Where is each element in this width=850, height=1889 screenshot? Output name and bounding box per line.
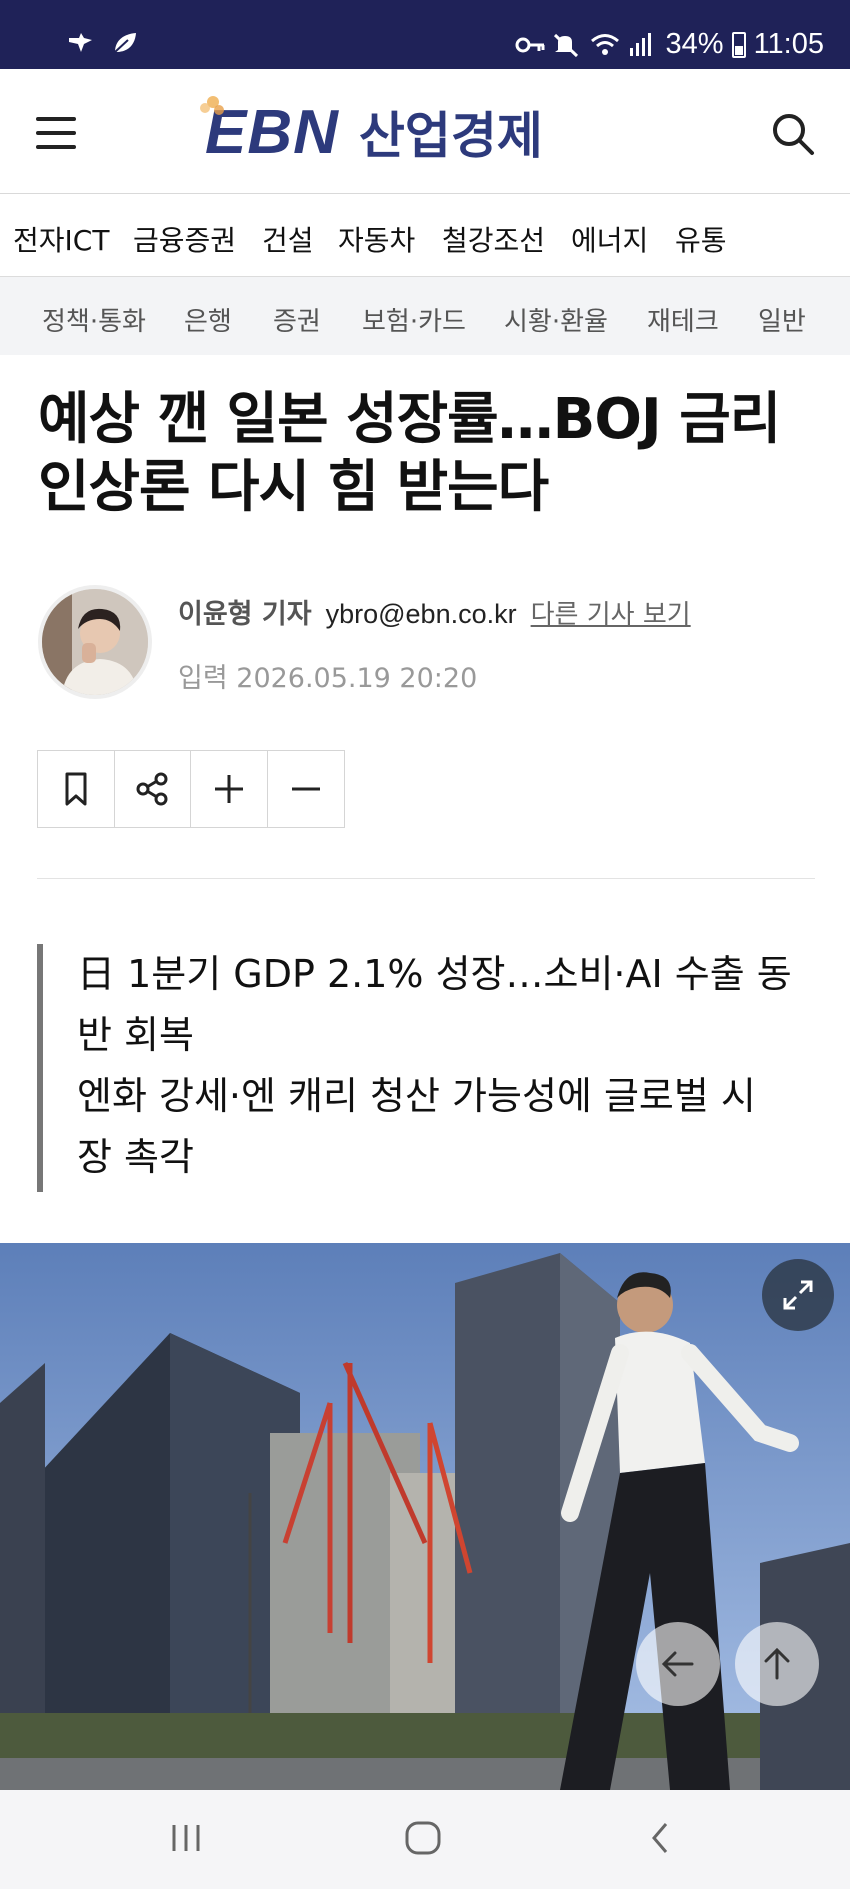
article-headline: 예상 깬 일본 성장률…BOJ 금리 인상론 다시 힘 받는다 — [38, 386, 818, 522]
article-toolbar — [37, 750, 345, 828]
subcategory-item[interactable]: 보험·카드 — [362, 301, 466, 338]
hamburger-menu-icon[interactable] — [36, 117, 76, 149]
logo-flower-icon — [200, 96, 224, 115]
category-item[interactable]: 철강조선 — [442, 219, 545, 259]
mute-icon — [552, 32, 582, 58]
headline-line: 인상론 다시 힘 받는다 — [38, 455, 549, 520]
divider — [37, 878, 815, 879]
app-notification-icon — [66, 30, 96, 56]
search-icon[interactable] — [770, 111, 816, 157]
share-button[interactable] — [115, 751, 191, 827]
category-item[interactable]: 자동차 — [338, 219, 415, 259]
subcategory-item[interactable]: 재테크 — [647, 301, 719, 338]
battery-percent: 34% — [665, 28, 724, 60]
subcategory-item[interactable]: 정책·통화 — [42, 301, 146, 338]
wifi-icon — [590, 32, 620, 58]
expand-icon — [783, 1280, 813, 1310]
subcategory-item[interactable]: 일반 — [758, 301, 806, 338]
clock: 11:05 — [753, 28, 824, 60]
site-header: EBN 산업경제 — [0, 69, 850, 194]
battery-icon — [731, 31, 746, 58]
subcategory-nav: 정책·통화 은행 증권 보험·카드 시황·환율 재테크 일반 — [0, 277, 850, 355]
scroll-top-button[interactable] — [735, 1622, 819, 1706]
reporter-name: 이윤형 기자 — [178, 599, 312, 630]
system-back-icon[interactable] — [646, 1820, 676, 1860]
subcategory-item[interactable]: 은행 — [184, 301, 232, 338]
font-increase-button[interactable] — [191, 751, 268, 827]
article-summary: 日 1분기 GDP 2.1% 성장…소비·AI 수출 동 반 회복 엔화 강세·… — [37, 944, 807, 1192]
category-item[interactable]: 건설 — [262, 219, 314, 259]
bookmark-icon — [65, 772, 87, 806]
byline: 이윤형 기자 ybro@ebn.co.kr 다른 기사 보기 — [178, 592, 691, 631]
subcategory-item[interactable]: 증권 — [273, 301, 321, 338]
minus-icon — [291, 787, 320, 791]
logo-korean: 산업경제 — [358, 107, 543, 165]
signal-icon — [628, 32, 658, 58]
summary-line: 日 1분기 GDP 2.1% 성장…소비·AI 수출 동 — [77, 952, 792, 996]
site-logo[interactable]: EBN 산업경제 — [200, 94, 543, 170]
summary-line: 엔화 강세·엔 캐리 청산 가능성에 글로벌 시 — [77, 1074, 756, 1118]
plus-icon — [214, 775, 243, 803]
font-decrease-button[interactable] — [268, 751, 345, 827]
arrow-left-icon — [661, 1651, 694, 1677]
leaf-icon — [110, 30, 140, 56]
headline-line: 예상 깬 일본 성장률…BOJ 금리 — [38, 387, 781, 452]
more-articles-link[interactable]: 다른 기사 보기 — [531, 594, 691, 631]
expand-image-button[interactable] — [762, 1259, 834, 1331]
article-photo — [0, 1243, 850, 1790]
reporter-email[interactable]: ybro@ebn.co.kr — [326, 599, 517, 630]
system-nav-bar — [0, 1790, 850, 1889]
reporter-avatar — [38, 585, 152, 699]
home-icon[interactable] — [403, 1818, 443, 1862]
summary-line: 반 회복 — [77, 1013, 194, 1057]
summary-line: 장 촉각 — [77, 1135, 194, 1179]
back-button[interactable] — [636, 1622, 720, 1706]
publish-date: 입력 2026.05.19 20:20 — [178, 663, 478, 694]
share-icon — [136, 772, 168, 806]
category-item[interactable]: 전자ICT — [13, 219, 109, 259]
status-bar: 34% 11:05 — [0, 0, 850, 69]
key-icon — [514, 32, 545, 58]
arrow-up-icon — [764, 1647, 790, 1680]
subcategory-item[interactable]: 시황·환율 — [504, 301, 608, 338]
category-item[interactable]: 유통 — [675, 219, 727, 259]
bookmark-button[interactable] — [38, 751, 115, 827]
category-item[interactable]: 에너지 — [571, 219, 648, 259]
category-nav: 전자ICT 금융증권 건설 자동차 철강조선 에너지 유통 — [0, 195, 850, 277]
category-item[interactable]: 금융증권 — [133, 219, 236, 259]
recent-apps-icon[interactable] — [168, 1820, 204, 1860]
